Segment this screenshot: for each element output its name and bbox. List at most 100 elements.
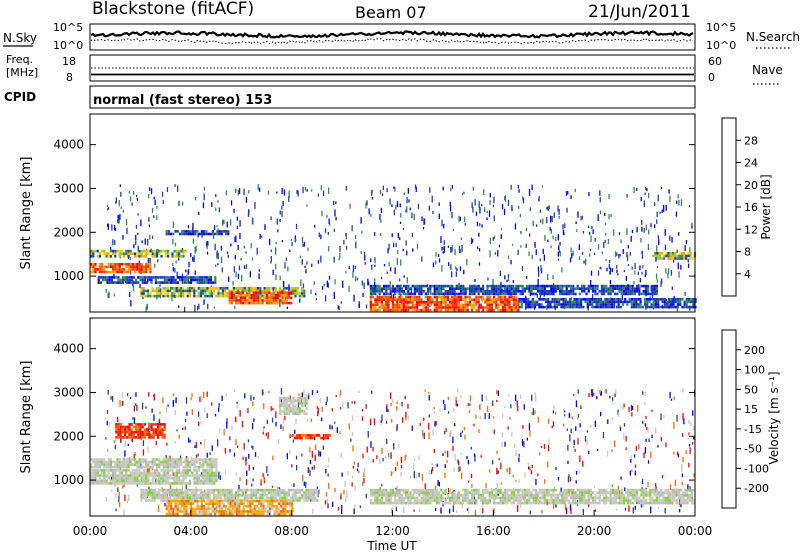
noise-pixel xyxy=(675,211,678,217)
data-cell xyxy=(682,257,686,260)
noise-pixel xyxy=(206,413,208,419)
noise-pixel xyxy=(239,477,241,482)
noise-pixel xyxy=(442,453,444,456)
data-cell xyxy=(239,287,242,290)
data-cell xyxy=(376,301,379,304)
noise-pixel xyxy=(368,208,370,215)
noise-pixel xyxy=(455,266,457,270)
data-cell xyxy=(438,303,441,307)
data-cell xyxy=(449,308,452,312)
data-cell xyxy=(269,502,272,505)
noise-pixel xyxy=(644,402,646,406)
data-cell xyxy=(193,474,196,477)
data-cell xyxy=(250,296,253,300)
noise-pixel xyxy=(237,273,240,279)
noise-pixel xyxy=(469,403,471,406)
data-cell xyxy=(407,501,410,505)
data-cell xyxy=(198,507,201,511)
noise-pixel xyxy=(676,249,678,253)
noise-pixel xyxy=(309,459,312,465)
data-cell xyxy=(424,292,427,296)
noise-pixel xyxy=(518,457,520,463)
data-cell xyxy=(398,491,401,494)
data-cell xyxy=(416,303,419,307)
data-cell xyxy=(303,289,306,293)
data-cell xyxy=(175,476,178,480)
noise-pixel xyxy=(496,389,498,395)
noise-pixel xyxy=(402,227,405,230)
data-cell xyxy=(170,281,173,284)
data-cell xyxy=(586,305,589,309)
data-cell xyxy=(266,512,269,516)
data-cell xyxy=(294,496,297,500)
data-cell xyxy=(130,278,133,282)
noise-pixel xyxy=(597,214,599,221)
data-cell xyxy=(515,284,518,288)
data-cell xyxy=(284,507,287,511)
noise-pixel xyxy=(517,185,519,189)
data-cell xyxy=(598,290,601,293)
noise-pixel xyxy=(506,279,508,283)
noise-pixel xyxy=(600,391,602,396)
data-cell xyxy=(555,305,559,309)
data-cell xyxy=(231,510,234,513)
data-cell xyxy=(595,298,598,301)
data-cell xyxy=(129,471,132,475)
noise-pixel xyxy=(474,279,476,282)
data-cell xyxy=(519,284,522,288)
data-cell xyxy=(287,494,290,497)
data-cell xyxy=(149,294,152,298)
data-cell xyxy=(140,466,143,469)
data-cell xyxy=(187,230,190,233)
data-cell xyxy=(680,254,683,258)
data-cell xyxy=(625,284,628,288)
data-cell xyxy=(563,290,566,293)
data-cell xyxy=(429,290,432,293)
noise-pixel xyxy=(272,455,274,461)
data-cell xyxy=(272,287,275,290)
data-cell xyxy=(108,281,111,284)
data-cell xyxy=(440,496,443,500)
noise-pixel xyxy=(622,406,624,411)
noise-pixel xyxy=(191,393,193,397)
data-cell xyxy=(138,255,141,258)
noise-pixel xyxy=(346,490,348,497)
noise-pixel xyxy=(333,228,335,232)
data-cell xyxy=(418,284,421,288)
noise-pixel xyxy=(175,260,177,264)
data-cell xyxy=(107,265,110,269)
data-cell xyxy=(277,512,280,516)
data-cell xyxy=(316,491,319,494)
data-cell xyxy=(653,287,656,290)
data-cell xyxy=(106,278,109,282)
data-cell xyxy=(167,510,170,513)
data-cell xyxy=(508,303,511,307)
data-cell xyxy=(407,284,410,288)
data-cell xyxy=(162,491,165,494)
data-cell xyxy=(468,301,471,304)
data-cell xyxy=(107,460,110,464)
data-cell xyxy=(103,482,106,485)
data-cell xyxy=(198,499,201,503)
noise-pixel xyxy=(628,406,630,412)
noise-pixel xyxy=(429,187,431,193)
noise-pixel xyxy=(112,239,114,246)
data-cell xyxy=(670,305,673,309)
data-cell xyxy=(207,232,210,236)
noise-pixel xyxy=(371,390,373,394)
data-cell xyxy=(114,479,117,483)
noise-pixel xyxy=(525,276,528,279)
noise-pixel xyxy=(325,469,327,474)
data-cell xyxy=(206,476,209,480)
data-cell xyxy=(178,469,181,472)
data-cell xyxy=(681,305,684,309)
data-cell xyxy=(226,491,229,494)
data-cell xyxy=(387,499,390,502)
noise-pixel xyxy=(136,405,138,411)
noise-pixel xyxy=(380,276,383,280)
noise-pixel xyxy=(528,467,530,470)
data-cell xyxy=(173,294,176,298)
data-cell xyxy=(591,303,594,306)
noise-pixel xyxy=(487,405,489,412)
noise-pixel xyxy=(518,479,520,483)
